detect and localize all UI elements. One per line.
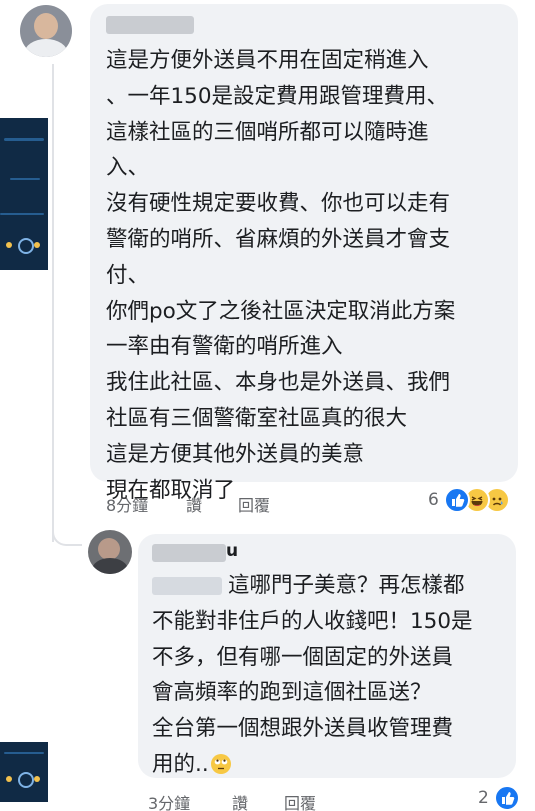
thread-connector-line [52,64,54,542]
reply-line: 全台第一個想跟外送員收管理費 [152,716,454,742]
eye-roll-emoji-icon [210,753,231,774]
comment-thread: 這是方便外送員不用在固定稍進入 、一年150是設定費用跟管理費用、 這樣社區的三… [0,0,535,811]
side-image-thumbnail-top[interactable] [0,118,48,270]
reply-line: 會高頻率的跑到這個社區送？ [152,680,432,706]
reply-text: 這哪門子美意？再怎樣都 不能對非住戶的人收錢吧！150是 不多，但有哪一個固定的… [152,568,473,783]
side-image-thumbnail-bottom[interactable] [0,742,48,802]
thread-connector-curve [52,520,82,546]
comment-line: 沒有硬性規定要收費、你也可以走有 [106,191,451,217]
comment-line: 你們po文了之後社區決定取消此方案 [106,298,456,324]
comment-line: 這樣社區的三個哨所都可以隨時進 [106,119,429,145]
comment-line: 社區有三個警衛室社區真的很大 [106,405,408,431]
like-icon[interactable] [444,487,470,513]
comment-timestamp[interactable]: 8分鐘 [106,492,148,516]
reply-timestamp[interactable]: 3分鐘 [148,790,190,811]
replier-avatar[interactable] [88,530,132,574]
replier-name-suffix[interactable]: u [226,541,238,561]
comment-line: 我住此社區、本身也是外送員、我們 [106,370,451,396]
comment-line: 、一年150是設定費用跟管理費用、 [106,83,449,109]
comment-reaction-count[interactable]: 6 [428,490,439,510]
reply-reaction-count[interactable]: 2 [478,788,489,808]
commenter-name-redacted[interactable] [106,16,194,34]
reply-like-link[interactable]: 讚 [232,790,248,811]
replier-name-redacted[interactable] [152,544,226,562]
commenter-avatar[interactable] [20,5,72,57]
reply-line: 不能對非住戶的人收錢吧！150是 [152,608,473,634]
reply-line: 這哪門子美意？再怎樣都 [228,573,465,598]
comment-line: 一率由有警衛的哨所進入 [106,334,343,360]
comment-line: 警衛的哨所、省麻煩的外送員才會支 [106,226,451,252]
reply-meta-row: 3分鐘 讚 回覆 [148,790,448,811]
comment-meta-row: 8分鐘 讚 回覆 [106,492,406,516]
reply-line: 用的.. [152,747,473,783]
comment-reply-link[interactable]: 回覆 [238,492,270,516]
comment-line: 這是方便其他外送員的美意 [106,441,365,467]
reply-reply-link[interactable]: 回覆 [284,790,316,811]
comment-line: 入、 [106,155,150,181]
like-icon[interactable] [494,785,520,811]
comment-line: 這是方便外送員不用在固定稍進入 [106,48,429,73]
comment-like-link[interactable]: 讚 [186,492,202,516]
comment-line: 付、 [106,262,150,288]
reply-line: 不多，但有哪一個固定的外送員 [152,644,454,670]
comment-text: 這是方便外送員不用在固定稍進入 、一年150是設定費用跟管理費用、 這樣社區的三… [106,43,455,508]
